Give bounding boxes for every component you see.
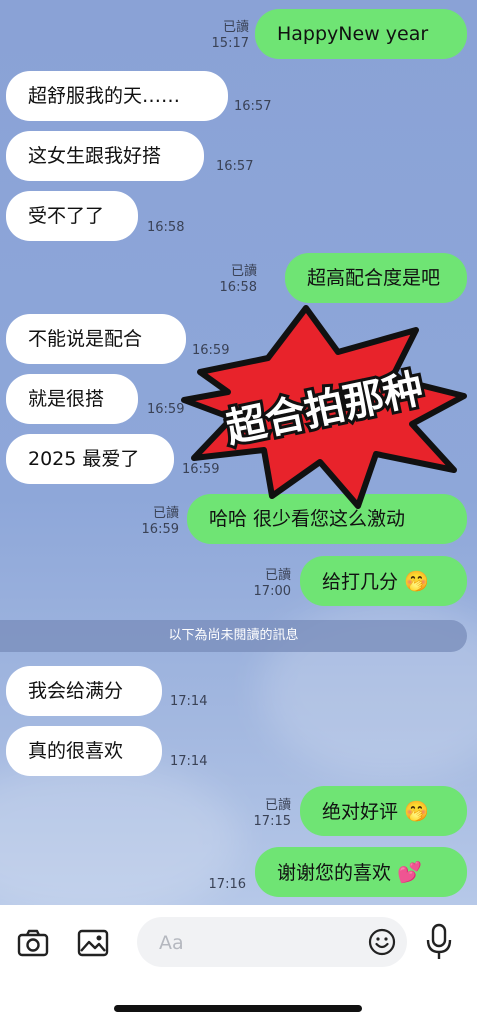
message-time: 16:57 xyxy=(234,99,272,114)
message-bubble-incoming[interactable]: 就是很搭 xyxy=(6,374,138,424)
message-bubble-incoming[interactable]: 不能说是配合 xyxy=(6,314,186,364)
message-meta: 已讀 16:58 xyxy=(219,264,257,295)
message-meta: 已讀 16:59 xyxy=(141,506,179,537)
two-hearts-emoji: 💕 xyxy=(397,860,422,884)
image-icon[interactable] xyxy=(77,927,109,959)
unread-divider: 以下為尚未閱讀的訊息 xyxy=(0,620,467,652)
home-indicator[interactable] xyxy=(114,1005,362,1012)
message-bubble-outgoing[interactable]: 绝对好评 🤭 xyxy=(300,786,467,836)
message-bubble-outgoing[interactable]: 谢谢您的喜欢 💕 xyxy=(255,847,467,897)
message-time: 17:14 xyxy=(170,754,208,769)
message-bubble-outgoing[interactable]: HappyNew year xyxy=(255,9,467,59)
message-input-bar xyxy=(0,905,477,1024)
message-bubble-incoming[interactable]: 真的很喜欢 xyxy=(6,726,162,776)
shushing-face-emoji: 🤭 xyxy=(404,569,429,593)
message-bubble-incoming[interactable]: 超舒服我的天…… xyxy=(6,71,228,121)
emoji-icon[interactable] xyxy=(368,928,396,956)
message-time: 16:57 xyxy=(216,159,254,174)
message-bubble-incoming[interactable]: 这女生跟我好搭 xyxy=(6,131,204,181)
message-bubble-incoming[interactable]: 受不了了 xyxy=(6,191,138,241)
message-bubble-incoming[interactable]: 2025 最爱了 xyxy=(6,434,174,484)
microphone-icon[interactable] xyxy=(426,923,452,961)
message-bubble-outgoing[interactable]: 给打几分 🤭 xyxy=(300,556,467,606)
message-input-box[interactable] xyxy=(137,917,407,967)
message-meta: 已讀 15:17 xyxy=(211,20,249,51)
message-time: 16:59 xyxy=(147,402,185,417)
message-meta: 已讀 17:00 xyxy=(253,568,291,599)
shushing-face-emoji: 🤭 xyxy=(404,799,429,823)
message-time: 16:58 xyxy=(147,220,185,235)
message-meta: 已讀 17:15 xyxy=(253,798,291,829)
message-time: 17:14 xyxy=(170,694,208,709)
message-time: 17:16 xyxy=(208,877,246,892)
message-bubble-incoming[interactable]: 我会给满分 xyxy=(6,666,162,716)
background-cloud xyxy=(0,760,240,905)
message-input[interactable] xyxy=(157,930,361,956)
chat-area: HappyNew year 已讀 15:17 超舒服我的天…… 16:57 这女生… xyxy=(0,0,477,905)
message-bubble-outgoing[interactable]: 超高配合度是吧 xyxy=(285,253,467,303)
camera-icon[interactable] xyxy=(17,927,49,959)
sticker-burst: 超合拍那种 xyxy=(181,305,467,509)
